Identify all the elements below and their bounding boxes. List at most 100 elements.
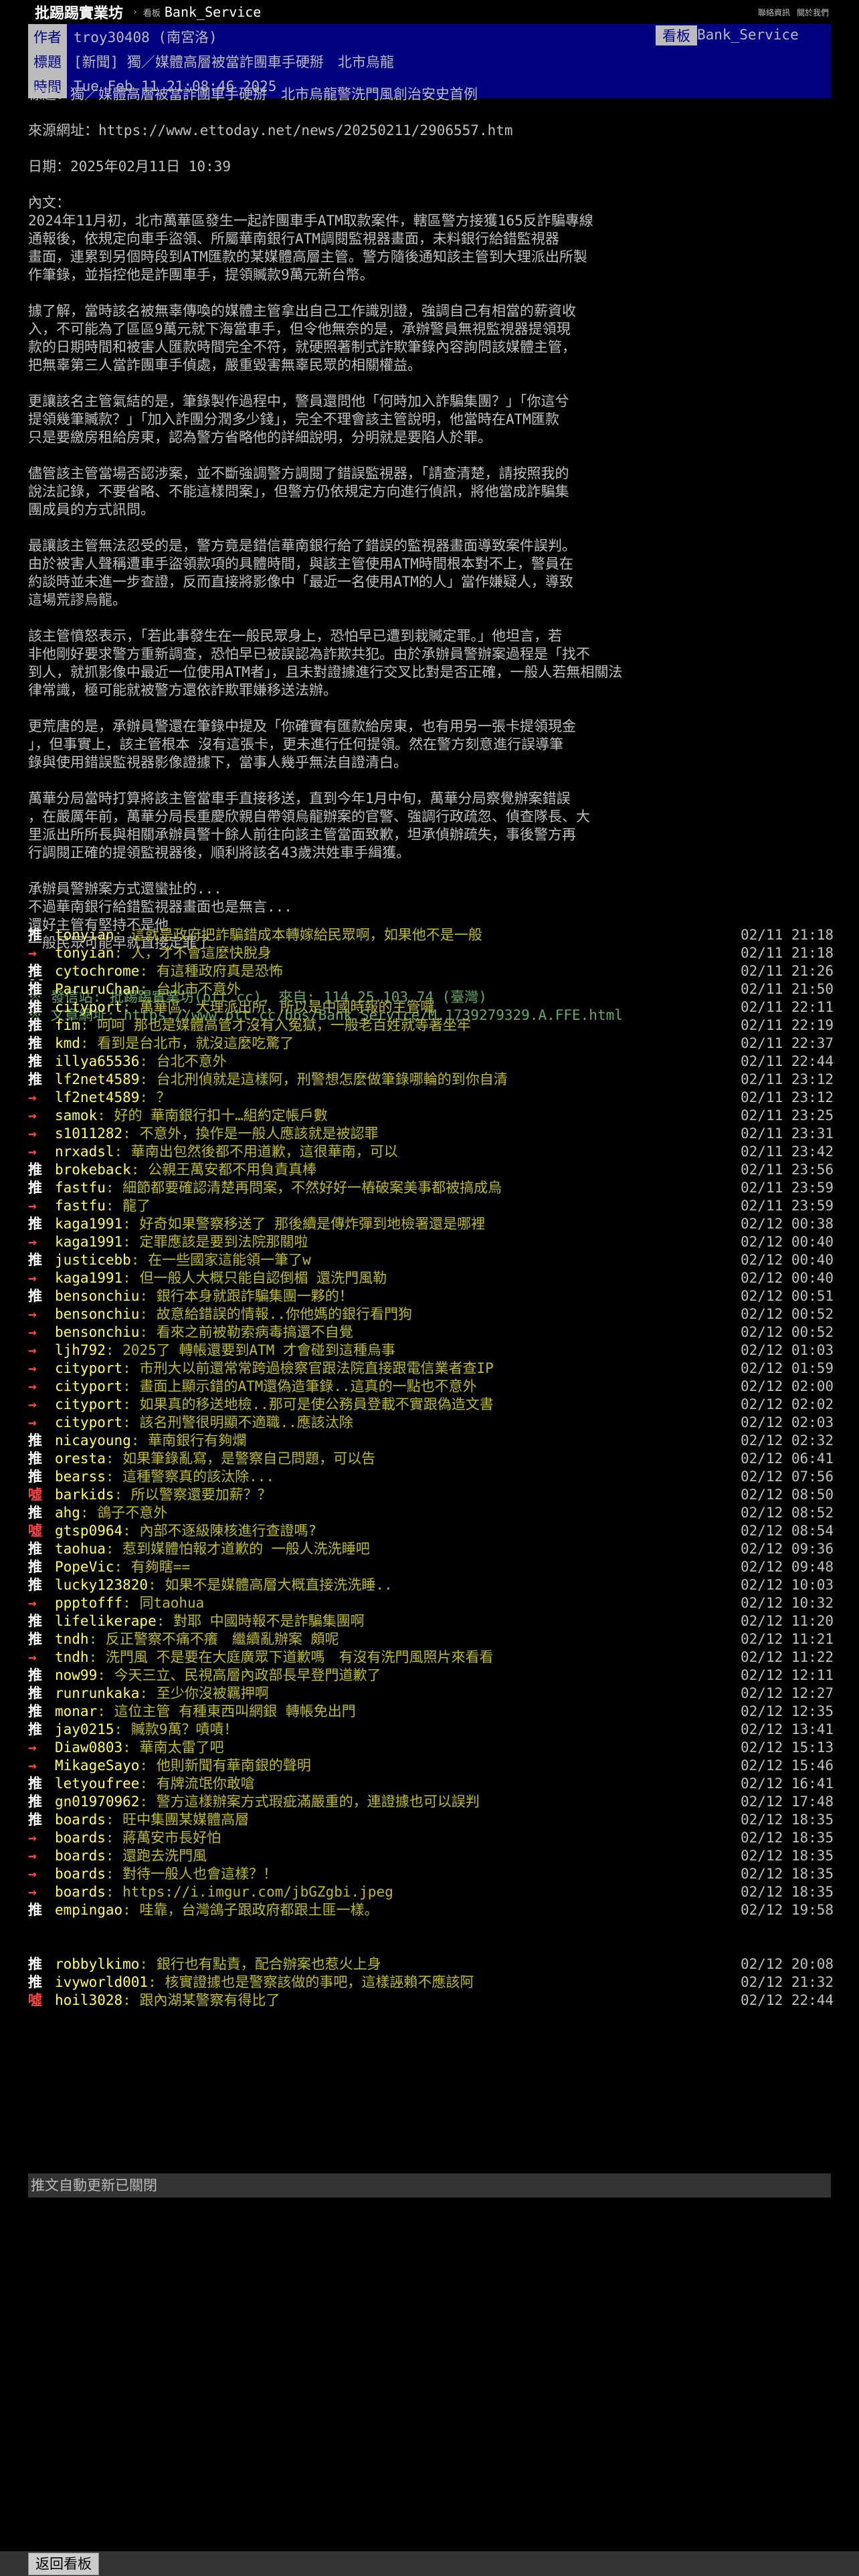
article-body: 標題：獨／媒體高層被當詐團車手硬掰 北市烏龍警洗門風創治安史首例 來源網址：htt… (28, 86, 831, 1025)
body-line: 由於被害人聲稱遭車手盜領款項的具體時間，與該主管使用ATM時間根本對不上，警員在 (28, 556, 573, 572)
push-userid[interactable]: cityport (55, 1396, 122, 1414)
push-tag: 推 (28, 1685, 42, 1701)
push-userid[interactable]: tonyian (55, 944, 114, 962)
push-content: : 這種警察真的該汰除... (105, 1469, 275, 1485)
push-userid[interactable]: cytochrome (55, 962, 139, 980)
body-line: 」，但事實上，該主管根本 沒有這張卡，更未進行任何提領。然在警方刻意進行誤導筆 (28, 736, 564, 752)
push-userid[interactable]: ppptofff (55, 1594, 122, 1612)
push-userid[interactable]: samok (55, 1107, 97, 1125)
push-userid[interactable]: jay0215 (55, 1721, 114, 1739)
board-name-link[interactable]: Bank_Service (165, 4, 262, 20)
push-content: : 台北不意外 (139, 1053, 227, 1069)
push-row: → bensonchiu: 故意給錯誤的情報..你他媽的銀行看門狗 02/12 00… (28, 1305, 834, 1323)
push-time: 02/11 23:25 (741, 1107, 834, 1123)
push-userid[interactable]: bearss (55, 1468, 106, 1486)
push-userid[interactable]: runrunkaka (55, 1685, 139, 1703)
push-userid[interactable]: justicebb (55, 1251, 131, 1269)
push-userid[interactable]: tndh (55, 1648, 89, 1667)
push-tag: → (28, 1396, 37, 1412)
push-row: 推 oresta: 如果筆錄亂寫，是警察自己問題，可以告 02/12 06:41 (28, 1450, 834, 1468)
push-userid[interactable]: empingao (55, 1901, 122, 1919)
push-userid[interactable]: MikageSayo (55, 1757, 139, 1775)
push-userid[interactable]: lucky123820 (55, 1576, 148, 1594)
body-line: 到人，就抓影像中最近一位使用ATM者」，且未對證據進行交叉比對是否正確，一般人若… (28, 664, 623, 680)
push-row: 噓 barkids: 所以警察還要加薪？？ 02/12 08:50 (28, 1486, 834, 1504)
push-userid[interactable]: cityport (55, 1360, 122, 1378)
push-tag: 推 (28, 1180, 42, 1196)
push-userid[interactable]: lifelikerape (55, 1612, 157, 1630)
push-userid[interactable]: hoil3028 (55, 1992, 122, 2010)
push-time: 02/11 21:18 (741, 927, 834, 943)
push-userid[interactable]: robbylkimo (55, 1955, 139, 1973)
push-userid[interactable]: kaga1991 (55, 1215, 122, 1233)
push-userid[interactable]: lf2net4589 (55, 1071, 139, 1089)
push-row: 推 kaga1991: 好奇如果警察移送了 那後續是傳炸彈到地檢署還是哪裡 02/1… (28, 1215, 834, 1233)
push-userid[interactable]: ivyworld001 (55, 1973, 148, 1992)
push-userid[interactable]: gtsp0964 (55, 1522, 122, 1540)
push-userid[interactable]: ParuruChan (55, 980, 139, 998)
push-row: 推 brokeback: 公親王萬安都不用負責真棒 02/11 23:56 (28, 1161, 834, 1179)
push-content: : 銀行本身就跟詐騙集團一夥的！ (139, 1288, 353, 1304)
push-time: 02/12 08:54 (741, 1523, 834, 1539)
push-row: 推 fim: 呵呵 那也是媒體高管才沒有入冤獄，一般老百姓就等著坐牢 02/11 2… (28, 1016, 834, 1035)
push-userid[interactable]: kmd (55, 1035, 80, 1053)
push-userid[interactable]: monar (55, 1703, 97, 1721)
push-userid[interactable]: boards (55, 1883, 106, 1901)
push-userid[interactable]: fastfu (55, 1197, 106, 1215)
push-userid[interactable]: tndh (55, 1630, 89, 1648)
push-userid[interactable]: bensonchiu (55, 1323, 139, 1341)
push-row: 推 bearss: 這種警察真的該汰除... 02/12 07:56 (28, 1468, 834, 1486)
push-userid[interactable]: kaga1991 (55, 1269, 122, 1287)
push-tag: → (28, 1306, 37, 1322)
push-userid[interactable]: boards (55, 1847, 106, 1865)
push-userid[interactable]: lf2net4589 (55, 1089, 139, 1107)
push-time: 02/12 11:20 (741, 1613, 834, 1629)
push-content: : 人，才不會這麼快脫身 (114, 945, 272, 961)
push-content: : 對待一般人也會這樣？！ (105, 1866, 278, 1882)
push-time: 02/12 12:11 (741, 1667, 834, 1683)
push-userid[interactable]: oresta (55, 1450, 106, 1468)
push-userid[interactable]: Diaw0803 (55, 1739, 122, 1757)
push-userid[interactable]: boards (55, 1865, 106, 1883)
push-userid[interactable]: cityport (55, 1414, 122, 1432)
push-userid[interactable]: nicayoung (55, 1432, 131, 1450)
push-userid[interactable]: bensonchiu (55, 1305, 139, 1323)
about-link[interactable]: 關於我們 (797, 7, 829, 18)
push-userid[interactable]: PopeVic (55, 1558, 114, 1576)
push-row: → boards: https://i.imgur.com/jbGZgbi.jpe… (28, 1883, 834, 1901)
push-row: → kaga1991: 定罪應該是要到法院那關啦 02/12 00:40 (28, 1233, 834, 1251)
push-userid[interactable]: illya65536 (55, 1053, 139, 1071)
push-userid[interactable]: taohua (55, 1540, 106, 1558)
push-userid[interactable]: bensonchiu (55, 1287, 139, 1305)
site-logo-link[interactable]: 批踢踢實業坊 (0, 1, 123, 23)
push-userid[interactable]: ljh792 (55, 1341, 106, 1360)
push-userid[interactable]: fastfu (55, 1179, 106, 1197)
push-userid[interactable]: now99 (55, 1667, 97, 1685)
push-tag: → (28, 1360, 37, 1376)
push-time: 02/12 11:22 (741, 1649, 834, 1665)
push-time: 02/12 02:32 (741, 1432, 834, 1448)
push-userid[interactable]: gn01970962 (55, 1793, 139, 1811)
push-userid[interactable]: s1011282 (55, 1125, 122, 1143)
push-row: 推 cytochrome: 有這種政府真是恐怖 02/11 21:26 (28, 962, 834, 980)
push-userid[interactable]: brokeback (55, 1161, 131, 1179)
push-userid[interactable]: tonyian (55, 926, 114, 944)
push-content: : 哇靠，台灣鴿子跟政府都跟土匪一樣。 (122, 1902, 379, 1918)
back-to-board-button[interactable]: 返回看板 (28, 2553, 99, 2575)
push-userid[interactable]: boards (55, 1811, 106, 1829)
push-content: : 該名刑警很明顯不適職..應該汰除 (122, 1414, 353, 1430)
push-userid[interactable]: nrxadsl (55, 1143, 114, 1161)
push-userid[interactable]: kaga1991 (55, 1233, 122, 1251)
body-line: 錄與使用錯誤監視器影像證據下，當事人幾乎無法自證清白。 (28, 754, 407, 770)
push-userid[interactable]: cityport (55, 998, 122, 1016)
push-userid[interactable]: cityport (55, 1378, 122, 1396)
body-line: 說法記錄，不要省略、不能這樣問案」，但警方仍依規定方向進行偵訊，將他當成詐騙集 (28, 484, 569, 500)
push-content: : 台北刑偵就是這樣阿，刑警想怎麼做筆錄哪輪的到你自清 (139, 1071, 508, 1087)
push-userid[interactable]: boards (55, 1829, 106, 1847)
push-userid[interactable]: fim (55, 1016, 80, 1035)
push-userid[interactable]: letyoufree (55, 1775, 139, 1793)
push-userid[interactable]: ahg (55, 1504, 80, 1522)
push-userid[interactable]: barkids (55, 1486, 114, 1504)
contact-link[interactable]: 聯絡資訊 (758, 7, 790, 18)
